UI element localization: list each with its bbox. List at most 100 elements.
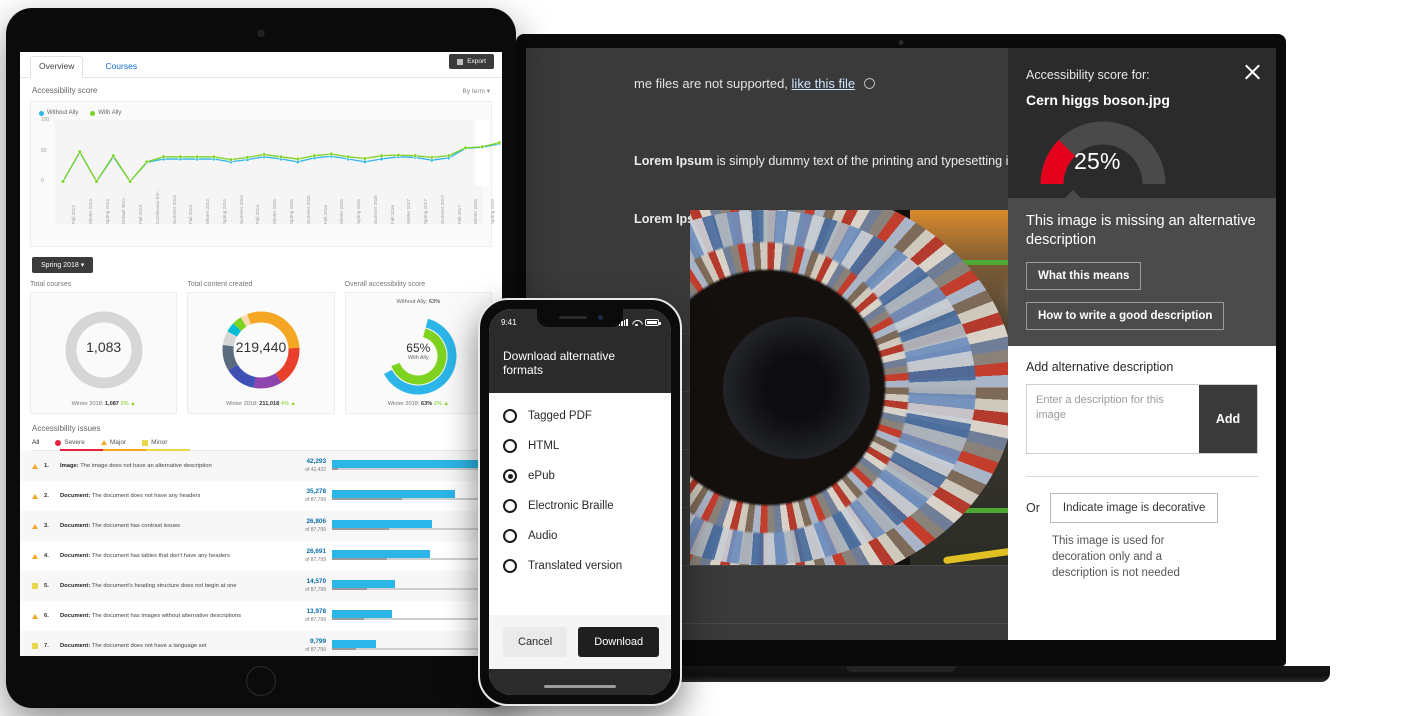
issue-tab-major[interactable]: Major: [100, 439, 126, 446]
issue-rank: 7.: [44, 643, 49, 649]
issue-rank: 4.: [44, 553, 49, 559]
table-row[interactable]: 5. Document: The document's heading struc…: [20, 571, 502, 601]
download-button[interactable]: Download: [578, 627, 660, 657]
radio-button-icon[interactable]: [503, 559, 517, 573]
wifi-icon: [632, 319, 641, 326]
section-title: Accessibility score: [32, 86, 98, 95]
x-tick-label: Spring 2017: [423, 199, 429, 224]
format-option-html[interactable]: HTML: [503, 439, 657, 453]
issue-rank: 2.: [44, 493, 49, 499]
issue-rank: 1.: [44, 463, 49, 469]
issue-tab-all[interactable]: All: [32, 439, 39, 446]
legend-without-ally: Without Ally: [39, 110, 78, 116]
tab-courses[interactable]: Courses: [97, 57, 145, 77]
add-description-button[interactable]: Add: [1199, 385, 1257, 453]
phone-speaker-icon: [559, 316, 587, 319]
issue-count: 42,293 of 42,432: [272, 458, 326, 474]
accessibility-dashboard: Overview Courses Export Accessibility sc…: [20, 52, 502, 656]
issue-count: 14,570 of 87,799: [272, 578, 326, 594]
format-option-label: Electronic Braille: [528, 500, 614, 512]
issue-count: 35,278 of 87,799: [272, 488, 326, 504]
legend-label: Without Ally: [47, 110, 79, 116]
tab-overview[interactable]: Overview: [30, 56, 84, 78]
format-option-epub[interactable]: ePub: [503, 469, 657, 483]
kpi-footer-value: 63%: [420, 401, 433, 407]
close-icon[interactable]: [1242, 62, 1262, 82]
issue-tab-severe[interactable]: Severe: [55, 439, 85, 446]
score-trend-chart-card: Without Ally With Ally 100 50 0 Fall 201…: [30, 101, 502, 247]
x-tick-label: Fall 2013: [188, 205, 194, 224]
issue-count-value: 26,806: [306, 518, 326, 525]
description-input-row: Add: [1026, 384, 1258, 454]
format-option-label: Audio: [528, 530, 558, 542]
kpi-card: Without Ally: 63% 65% With Ally Winter 2…: [344, 292, 492, 414]
issue-bar-track: [332, 648, 490, 650]
x-tick-label: Default Term: [121, 198, 127, 224]
what-this-means-button[interactable]: What this means: [1026, 262, 1142, 290]
with-ally-sublabel: With Ally: [407, 355, 429, 361]
issue-bar: [332, 490, 490, 502]
laptop-camera-icon: [898, 40, 904, 45]
issue-bar-fill: [332, 580, 396, 588]
a11y-message-box: This image is missing an alternative des…: [1008, 190, 1276, 346]
table-row[interactable]: 3. Document: The document has contrast is…: [20, 511, 502, 541]
issue-count-value: 13,978: [306, 608, 326, 615]
table-row[interactable]: 2. Document: The document does not have a…: [20, 481, 502, 511]
phone-footer: [489, 669, 671, 695]
table-row[interactable]: 7. Document: The document does not have a…: [20, 631, 502, 656]
format-option-label: ePub: [528, 470, 555, 482]
format-option-electronic-braille[interactable]: Electronic Braille: [503, 499, 657, 513]
kpi-footer-prefix: Winter 2018:: [71, 401, 104, 407]
tablet-home-button[interactable]: [246, 666, 276, 696]
issue-tab-minor[interactable]: Minor: [142, 439, 167, 446]
kpi-value: 219,440: [235, 339, 287, 355]
indicate-decorative-button[interactable]: Indicate image is decorative: [1049, 493, 1219, 523]
issue-rank: 5.: [44, 583, 49, 589]
table-row[interactable]: 1. Image: The image does not have an alte…: [20, 451, 502, 481]
kpi-overall-score: Overall accessibility score Without Ally…: [344, 281, 492, 414]
issue-bar-fill: [332, 520, 432, 528]
tablet-device: Overview Courses Export Accessibility sc…: [6, 8, 516, 708]
format-option-audio[interactable]: Audio: [503, 529, 657, 543]
issue-tab-label: Minor: [151, 439, 168, 446]
issue-rank: 6.: [44, 613, 49, 619]
radio-button-icon[interactable]: [503, 499, 517, 513]
like-this-file-link[interactable]: like this file: [792, 76, 856, 91]
format-option-tagged-pdf[interactable]: Tagged PDF: [503, 409, 657, 423]
x-tick-label: Winter 2013: [87, 199, 93, 224]
without-ally-label: Without Ally: 63%: [346, 299, 491, 305]
dialog-actions: Cancel Download: [489, 615, 671, 669]
severe-dot-icon: [55, 439, 62, 446]
radio-button-icon[interactable]: [503, 439, 517, 453]
format-option-label: Tagged PDF: [528, 410, 592, 422]
or-label: Or: [1026, 501, 1040, 515]
x-tick-label: Winter 2017: [406, 199, 412, 224]
kpi-row: Total courses 1,083 Winter 2018: 1,087 2…: [20, 273, 502, 414]
radio-button-icon[interactable]: [503, 409, 517, 423]
table-row[interactable]: 6. Document: The document has images with…: [20, 601, 502, 631]
issue-count-total: of 87,799: [305, 527, 326, 533]
by-term-filter[interactable]: By term ▾: [463, 87, 490, 95]
y-tick-50: 50: [41, 148, 47, 154]
how-to-write-description-button[interactable]: How to write a good description: [1026, 302, 1225, 330]
issue-count-total: of 87,799: [305, 647, 326, 653]
x-tick-label: Fall 2014: [255, 205, 261, 224]
home-indicator[interactable]: [544, 685, 616, 688]
export-button[interactable]: Export: [449, 54, 494, 69]
major-triangle-icon: [32, 463, 38, 469]
kpi-total-content: Total content created 219,440 Winter 201…: [187, 281, 335, 414]
format-option-translated-version[interactable]: Translated version: [503, 559, 657, 573]
cancel-button[interactable]: Cancel: [503, 627, 568, 657]
kpi-footer: Winter 2018: 1,087 2% ▲: [31, 401, 176, 407]
term-selector[interactable]: Spring 2018 ▾: [32, 257, 94, 273]
issue-bar: [332, 460, 490, 472]
kpi-footer-value: 1,087: [104, 401, 119, 407]
phone-status-bar: 9:41: [489, 309, 671, 335]
export-label: Export: [467, 58, 486, 65]
radio-button-icon[interactable]: [503, 469, 517, 483]
description-input[interactable]: [1027, 385, 1199, 453]
table-row[interactable]: 4. Document: The document has tables that…: [20, 541, 502, 571]
issue-rank: 3.: [44, 523, 49, 529]
issue-count-total: of 87,799: [305, 557, 326, 563]
radio-button-icon[interactable]: [503, 529, 517, 543]
